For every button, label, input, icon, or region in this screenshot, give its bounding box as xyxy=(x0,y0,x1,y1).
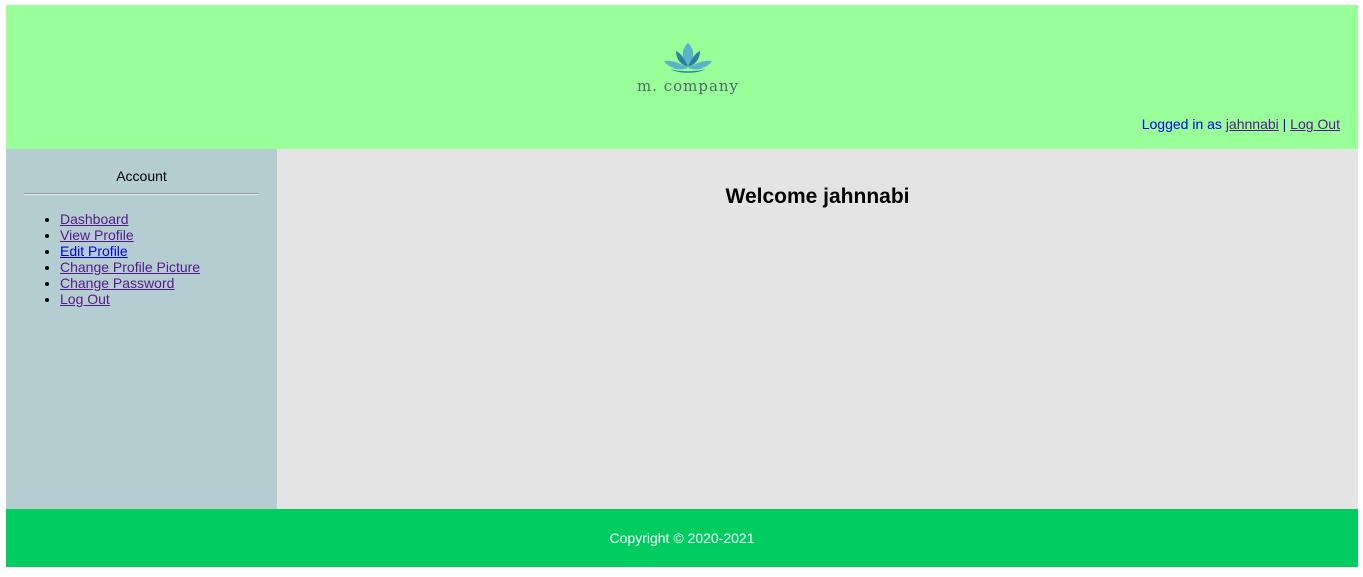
sidebar-item-edit-profile: Edit Profile xyxy=(60,243,277,259)
logged-in-label: Logged in as xyxy=(1141,116,1222,132)
copyright-text: Copyright © 2020-2021 xyxy=(609,530,755,546)
sidebar-item-change-password: Change Password xyxy=(60,275,277,291)
page: m. company Logged in as jahnnabi | Log O… xyxy=(6,5,1358,567)
sidebar-item-change-picture: Change Profile Picture xyxy=(60,259,277,275)
sidebar-item-view-profile: View Profile xyxy=(60,227,277,243)
content-panel: Welcome jahnnabi xyxy=(277,149,1358,509)
sidebar-logout-link[interactable]: Log Out xyxy=(60,291,110,307)
sidebar-item-logout: Log Out xyxy=(60,291,277,307)
logo-text: m. company xyxy=(636,77,740,95)
main-area: Account Dashboard View Profile Edit Prof… xyxy=(6,149,1358,509)
sidebar-item-dashboard: Dashboard xyxy=(60,211,277,227)
sidebar-divider xyxy=(24,193,259,195)
change-password-link[interactable]: Change Password xyxy=(60,275,174,291)
user-status-bar: Logged in as jahnnabi | Log Out xyxy=(1142,116,1340,132)
footer: Copyright © 2020-2021 xyxy=(6,509,1358,567)
welcome-heading: Welcome jahnnabi xyxy=(725,185,910,208)
username-link[interactable]: jahnnabi xyxy=(1226,116,1279,132)
sidebar-title: Account xyxy=(116,168,167,184)
lotus-icon xyxy=(664,43,712,73)
edit-profile-link[interactable]: Edit Profile xyxy=(60,243,128,259)
separator: | xyxy=(1282,116,1287,132)
header-logout-link[interactable]: Log Out xyxy=(1290,116,1340,132)
company-logo: m. company xyxy=(620,41,756,103)
header: m. company Logged in as jahnnabi | Log O… xyxy=(6,5,1358,149)
sidebar-menu: Dashboard View Profile Edit Profile Chan… xyxy=(6,211,277,307)
sidebar: Account Dashboard View Profile Edit Prof… xyxy=(6,149,277,509)
dashboard-link[interactable]: Dashboard xyxy=(60,211,129,227)
view-profile-link[interactable]: View Profile xyxy=(60,227,134,243)
change-profile-picture-link[interactable]: Change Profile Picture xyxy=(60,259,200,275)
